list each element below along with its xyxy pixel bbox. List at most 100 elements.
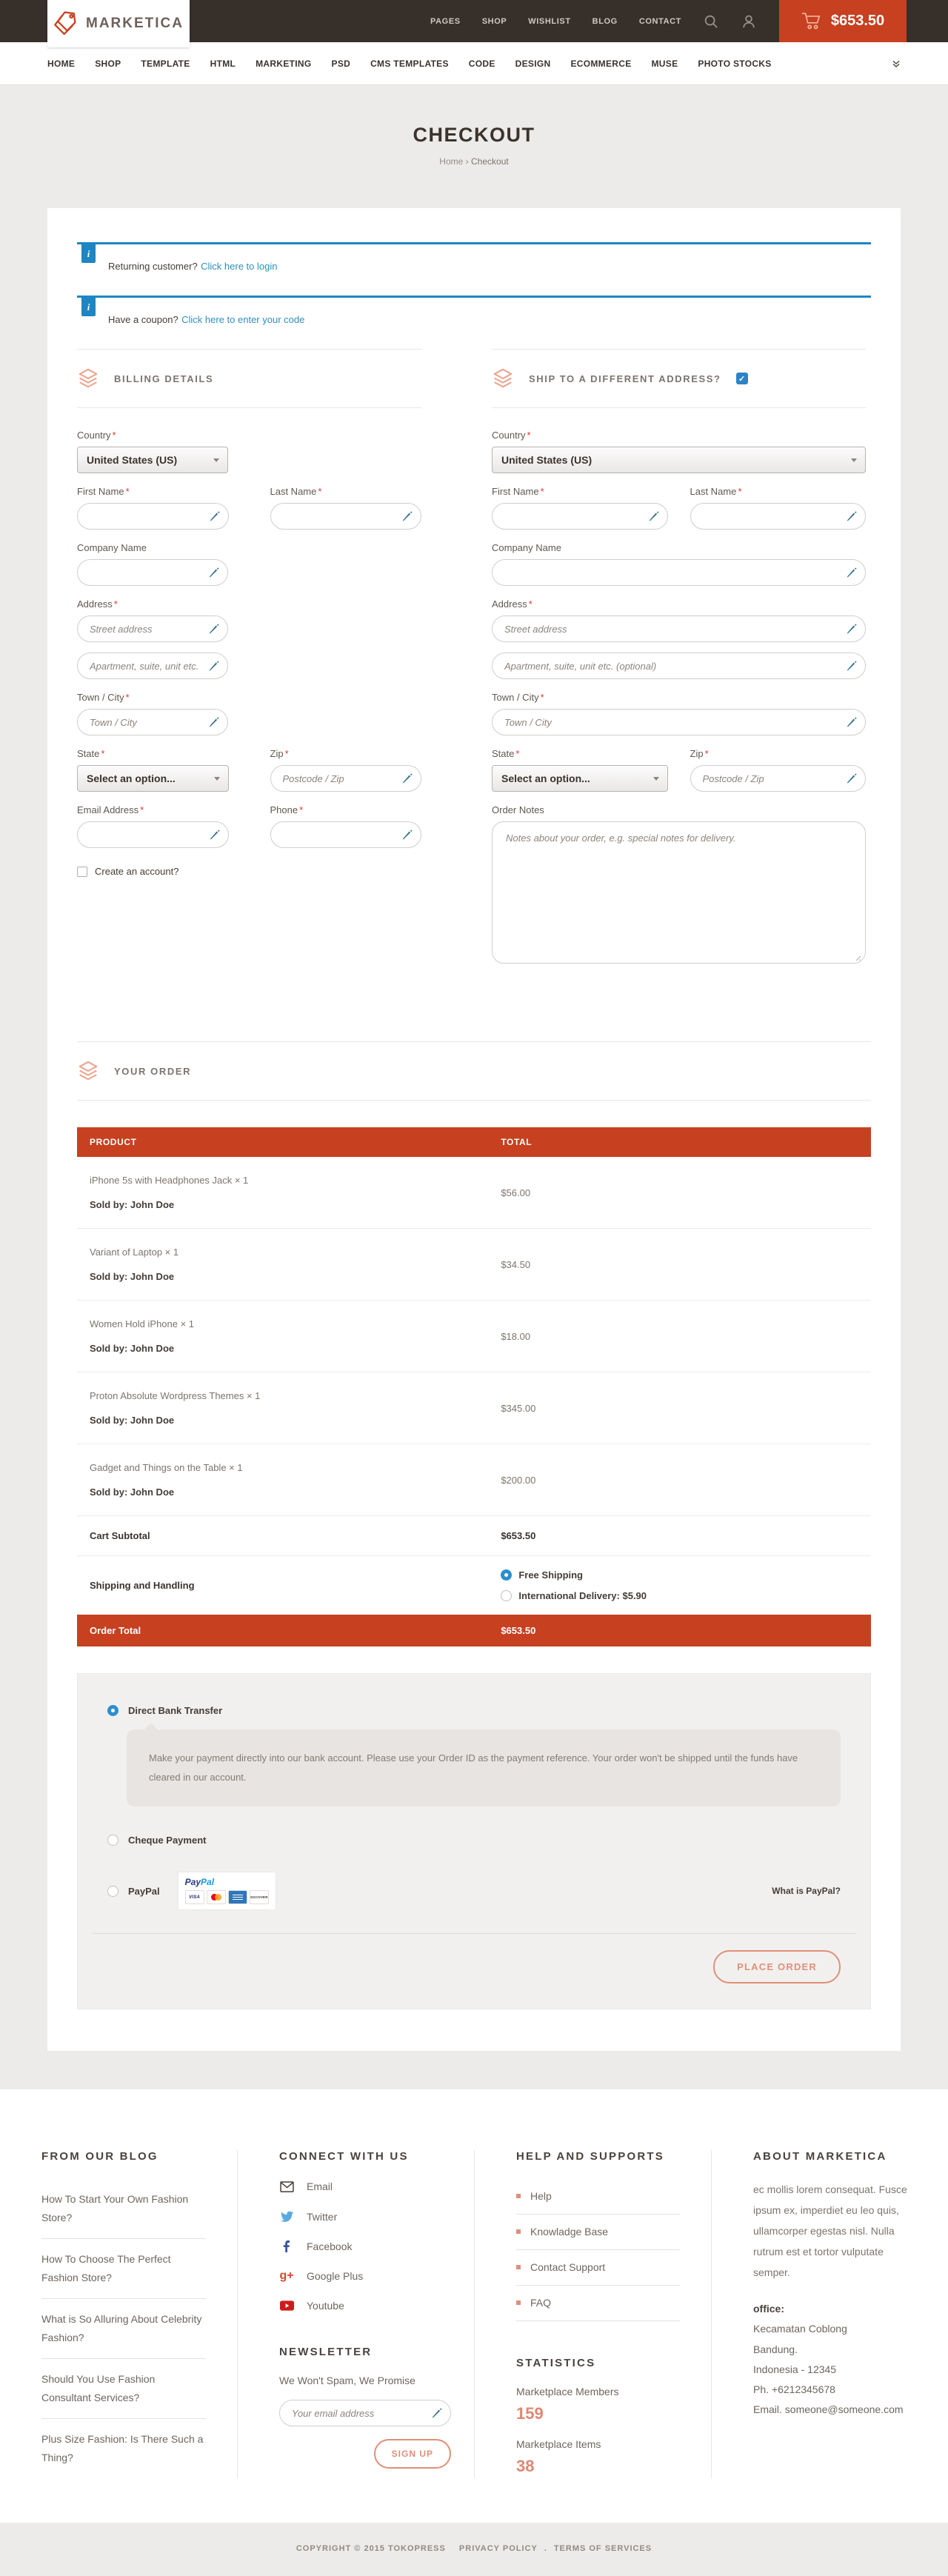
social-link-twitter[interactable]: Twitter — [279, 2210, 443, 2223]
shipping-last-name-label: Last Name* — [690, 486, 867, 497]
nav-ecommerce[interactable]: ECOMMERCE — [570, 59, 631, 69]
shipping-company-input[interactable] — [493, 560, 865, 585]
login-link[interactable]: Click here to login — [201, 261, 277, 272]
blog-post-link[interactable]: Should You Use Fashion Consultant Servic… — [41, 2359, 206, 2419]
blog-post-link[interactable]: What is So Alluring About Celebrity Fash… — [41, 2299, 206, 2359]
header-nav-wishlist[interactable]: WISHLIST — [528, 17, 570, 26]
brand-logo[interactable]: MARKETICA — [47, 0, 190, 47]
shipping-address1-input[interactable] — [493, 616, 865, 641]
nav-cms-templates[interactable]: CMS TEMPLATES — [370, 59, 449, 69]
nav-shop[interactable]: SHOP — [95, 59, 121, 69]
breadcrumb-home[interactable]: Home — [439, 156, 463, 167]
order-table: PRODUCT TOTAL iPhone 5s with Headphones … — [77, 1127, 871, 1646]
social-link-facebook[interactable]: Facebook — [279, 2240, 443, 2252]
radio-unselected-icon[interactable] — [501, 1590, 512, 1601]
coupon-link[interactable]: Click here to enter your code — [181, 314, 304, 325]
nav-code[interactable]: CODE — [469, 59, 495, 69]
shipping-address2-input[interactable] — [493, 653, 865, 678]
help-link[interactable]: FAQ — [516, 2286, 680, 2321]
cart-total-button[interactable]: $653.50 — [779, 0, 907, 42]
billing-first-name-input[interactable] — [78, 504, 228, 529]
blog-post-link[interactable]: How To Choose The Perfect Fashion Store? — [41, 2239, 206, 2299]
double-chevron-down-icon[interactable] — [892, 59, 901, 68]
radio-unselected-icon[interactable] — [107, 1835, 118, 1846]
shipping-address1-field — [492, 615, 866, 642]
billing-town-input[interactable] — [78, 710, 227, 735]
newsletter-signup-button[interactable]: SIGN UP — [374, 2439, 451, 2469]
social-link-email[interactable]: Email — [279, 2180, 443, 2192]
shipping-town-input[interactable] — [493, 710, 865, 735]
order-notes-input[interactable] — [492, 821, 866, 964]
payment-method-bank-transfer[interactable]: Direct Bank Transfer — [93, 1705, 855, 1716]
nav-template[interactable]: TEMPLATE — [141, 59, 190, 69]
footer-about-column: ABOUT MARKETICA ec mollis lorem consequa… — [711, 2150, 948, 2478]
billing-email-input[interactable] — [78, 822, 228, 847]
chevron-down-icon — [653, 777, 659, 781]
billing-zip-input[interactable] — [271, 766, 421, 791]
pencil-icon — [845, 659, 858, 673]
privacy-policy-link[interactable]: PRIVACY POLICY — [459, 2544, 538, 2553]
nav-design[interactable]: DESIGN — [515, 59, 551, 69]
payment-method-paypal[interactable]: PayPal PayPal VISA DISCOVER What is PayP… — [93, 1872, 855, 1909]
newsletter-email-field — [279, 2400, 451, 2426]
billing-address1-input[interactable] — [78, 616, 227, 641]
radio-unselected-icon[interactable] — [107, 1886, 118, 1897]
newsletter-email-input[interactable] — [280, 2400, 450, 2426]
social-link-youtube[interactable]: Youtube — [279, 2300, 443, 2312]
billing-last-name-input[interactable] — [271, 504, 421, 529]
chevron-down-icon — [214, 777, 220, 781]
blog-post-link[interactable]: How To Start Your Own Fashion Store? — [41, 2179, 206, 2239]
header-nav-shop[interactable]: SHOP — [482, 17, 507, 26]
help-link[interactable]: Help — [516, 2179, 680, 2215]
shipping-handling-row: Shipping and Handling Free Shipping Inte… — [77, 1556, 871, 1615]
shipping-option-international[interactable]: International Delivery: $5.90 — [501, 1590, 858, 1601]
square-bullet-icon — [516, 2194, 521, 2198]
billing-email-field — [77, 821, 229, 848]
login-notice-text: Returning customer? — [108, 261, 198, 272]
header-nav-contact[interactable]: CONTACT — [639, 17, 681, 26]
help-link[interactable]: Knowladge Base — [516, 2215, 680, 2250]
footer-connect-heading: CONNECT WITH US — [279, 2150, 443, 2163]
create-account-checkbox[interactable] — [77, 867, 87, 877]
pencil-icon — [401, 772, 414, 785]
shipping-first-name-input[interactable] — [493, 504, 667, 529]
what-is-paypal-link[interactable]: What is PayPal? — [772, 1886, 841, 1896]
place-order-button[interactable]: PLACE ORDER — [713, 1950, 841, 1983]
shipping-last-name-input[interactable] — [691, 504, 866, 529]
cart-icon — [801, 12, 822, 30]
order-item-vendor: Sold by: John Doe — [90, 1199, 501, 1210]
radio-selected-icon[interactable] — [501, 1569, 512, 1581]
billing-phone-input[interactable] — [271, 822, 421, 847]
nav-marketing[interactable]: MARKETING — [256, 59, 311, 69]
nav-home[interactable]: HOME — [47, 59, 75, 69]
search-icon[interactable] — [703, 13, 719, 30]
blog-post-link[interactable]: Plus Size Fashion: Is There Such a Thing… — [41, 2419, 206, 2478]
shipping-zip-input[interactable] — [691, 766, 866, 791]
ship-different-address-checkbox[interactable] — [736, 373, 748, 384]
copyright-text: COPYRIGHT © 2015 TOKOPRESS — [296, 2544, 446, 2553]
your-order-section: YOUR ORDER PRODUCT TOTAL iPhone 5s with … — [77, 1041, 871, 2009]
nav-photo-stocks[interactable]: PHOTO STOCKS — [698, 59, 771, 69]
billing-zip-field — [270, 765, 422, 792]
payment-method-cheque[interactable]: Cheque Payment — [93, 1835, 855, 1846]
billing-company-input[interactable] — [78, 560, 227, 585]
shipping-state-select[interactable]: Select an option... — [492, 765, 668, 792]
nav-psd[interactable]: PSD — [332, 59, 351, 69]
billing-state-select[interactable]: Select an option... — [77, 765, 229, 792]
help-link[interactable]: Contact Support — [516, 2250, 680, 2286]
social-link-google-plus[interactable]: Google Plus — [279, 2270, 443, 2282]
shipping-country-select[interactable]: United States (US) — [492, 447, 866, 473]
create-account-option[interactable]: Create an account? — [77, 866, 421, 877]
billing-address2-input[interactable] — [78, 653, 227, 678]
nav-muse[interactable]: MUSE — [652, 59, 678, 69]
user-icon[interactable] — [741, 13, 757, 30]
shipping-option-free[interactable]: Free Shipping — [501, 1569, 858, 1581]
header-nav-blog[interactable]: BLOG — [592, 17, 618, 26]
radio-selected-icon[interactable] — [107, 1705, 118, 1716]
billing-country-select[interactable]: United States (US) — [77, 447, 228, 473]
nav-html[interactable]: HTML — [210, 59, 236, 69]
terms-link[interactable]: TERMS OF SERVICES — [554, 2544, 652, 2553]
billing-address2-field — [77, 653, 228, 679]
coupon-notice: i Have a coupon? Click here to enter you… — [77, 296, 871, 331]
header-nav-pages[interactable]: PAGES — [430, 17, 461, 26]
